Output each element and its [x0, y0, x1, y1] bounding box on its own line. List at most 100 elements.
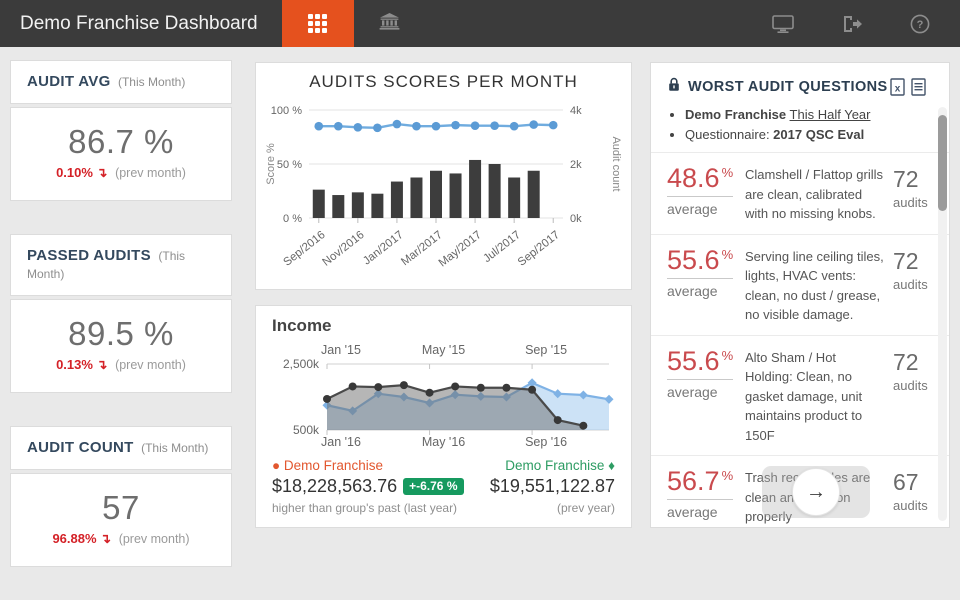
average-label: average: [667, 504, 718, 520]
kpi-header: AUDIT COUNT (This Month): [10, 426, 232, 470]
amount-value: $19,551,122.87: [489, 476, 615, 496]
count-label: audits: [893, 276, 928, 292]
display-mode-icon[interactable]: [772, 14, 794, 33]
audits-scores-panel: AUDITS SCORES PER MONTH 0 % 50 % 100 % 0k 2k…: [255, 62, 632, 290]
audit-count: 72 audits: [893, 247, 939, 325]
legend-current: ● Demo Franchise: [272, 458, 464, 473]
kpi-body: 57 96.88% ↴ (prev month): [10, 473, 232, 567]
export-document-icon[interactable]: [911, 77, 927, 97]
grid-icon: [308, 14, 328, 33]
export-excel-icon[interactable]: x: [890, 77, 906, 97]
filter-franchise: Demo Franchise: [685, 107, 787, 122]
scrollbar-thumb[interactable]: [938, 115, 947, 211]
tab-dashboards[interactable]: [281, 0, 354, 47]
svg-text:0 %: 0 %: [283, 213, 302, 225]
count-value: 72: [893, 247, 919, 274]
diamond-marker: ♦: [608, 458, 615, 473]
tab-organization[interactable]: [354, 0, 426, 47]
count-label: audits: [893, 377, 928, 393]
income-amount-prev: $19,551,122.87: [490, 476, 615, 497]
audit-count: 72 audits: [893, 165, 939, 224]
kpi-title: AUDIT AVG: [27, 73, 111, 90]
average-score: 55.6% average: [667, 244, 745, 325]
kpi-delta-line: 0.13% ↴ (prev month): [11, 357, 231, 373]
svg-text:Audit count: Audit count: [610, 136, 622, 191]
worst-panel-header: WORST AUDIT QUESTIONS x: [651, 63, 949, 105]
kpi-body: 89.5 % 0.13% ↴ (prev month): [10, 299, 232, 393]
worst-question-row[interactable]: 48.6% average Clamshell / Flattop grills…: [651, 152, 949, 234]
percent-sign: %: [721, 165, 734, 180]
kpi-value: 89.5 %: [68, 315, 174, 352]
kpi-note: (prev month): [115, 166, 186, 180]
average-score: 48.6% average: [667, 165, 745, 224]
kpi-delta: 0.13% ↴: [56, 357, 108, 372]
kpi-body: 86.7 % 0.10% ↴ (prev month): [10, 107, 232, 201]
income-summary-prev: Demo Franchise ♦ $19,551,122.87 (prev ye…: [490, 458, 615, 515]
svg-text:May '16: May '16: [421, 435, 464, 449]
filter-range-link[interactable]: This Half Year: [790, 107, 871, 122]
svg-text:Sep/2017: Sep/2017: [516, 229, 562, 269]
worst-panel-filters: Demo Franchise This Half Year Questionna…: [651, 107, 949, 142]
income-summary: ● Demo Franchise $18,228,563.76 +-6.76 %…: [256, 456, 631, 525]
income-title: Income: [272, 316, 332, 335]
filter-questionnaire: Questionnaire: 2017 QSC Eval: [685, 127, 949, 142]
svg-text:Nov/2016: Nov/2016: [321, 229, 367, 269]
count-value: 72: [893, 348, 919, 375]
kpi-period: (This Month): [117, 75, 186, 89]
income-panel: Income Jan '15 Jan '16 May '15 May '16 Sep '…: [255, 305, 632, 528]
delta-badge: +-6.76 %: [403, 478, 464, 495]
svg-text:2k: 2k: [570, 159, 582, 171]
worst-question-row[interactable]: 55.6% average Alto Sham / Hot Holding: C…: [651, 334, 949, 456]
kpi-delta-line: 0.10% ↴ (prev month): [11, 165, 231, 181]
average-value: 55.6: [667, 345, 720, 376]
question-text: Alto Sham / Hot Holding: Clean, no gaske…: [745, 349, 863, 443]
average-value: 55.6: [667, 244, 720, 275]
kpi-delta: 96.88% ↴: [52, 531, 112, 546]
svg-text:May '15: May '15: [421, 343, 464, 357]
average-score: 56.7% average: [667, 468, 745, 527]
worst-panel-title: WORST AUDIT QUESTIONS: [688, 79, 888, 95]
kpi-period: (This Month): [141, 441, 209, 455]
income-summary-current: ● Demo Franchise $18,228,563.76 +-6.76 %…: [272, 458, 464, 515]
kpi-title: PASSED AUDITS: [27, 247, 151, 264]
svg-text:500k: 500k: [292, 423, 319, 437]
questionnaire-label: Questionnaire:: [685, 127, 774, 142]
income-note-prev: (prev year): [556, 501, 615, 515]
percent-sign: %: [721, 347, 734, 363]
average-label: average: [667, 282, 718, 299]
svg-text:?: ?: [917, 19, 924, 31]
kpi-delta-line: 96.88% ↴ (prev month): [11, 531, 231, 547]
svg-text:Score %: Score %: [265, 143, 277, 185]
worst-audit-questions-panel: WORST AUDIT QUESTIONS x Demo Franchise T…: [650, 62, 950, 528]
next-page-button[interactable]: →: [792, 468, 840, 516]
pager-overlay: →: [762, 466, 870, 518]
income-note-current: higher than group's past (last year): [272, 501, 458, 515]
navbar: Demo Franchise Dashboard ?: [0, 0, 960, 47]
svg-text:May/2017: May/2017: [437, 229, 484, 270]
kpi-delta: 0.10% ↴: [56, 165, 108, 180]
svg-text:x: x: [895, 83, 901, 94]
count-label: audits: [893, 195, 928, 210]
scrollbar-track[interactable]: [938, 107, 947, 521]
bank-icon: [379, 12, 400, 35]
sign-out-icon[interactable]: [842, 15, 862, 33]
help-icon[interactable]: ?: [910, 14, 930, 34]
kpi-card-audit-avg: AUDIT AVG (This Month) 86.7 % 0.10% ↴ (p…: [10, 60, 232, 201]
worst-question-row[interactable]: 55.6% average Serving line ceiling tiles…: [651, 233, 949, 335]
svg-text:Jan/2017: Jan/2017: [361, 229, 406, 268]
audits-chart-title: AUDITS SCORES PER MONTH: [309, 72, 578, 91]
count-value: 67: [893, 469, 919, 495]
kpi-note: (prev month): [118, 532, 190, 546]
legend-label: Demo Franchise: [505, 458, 605, 473]
svg-text:4k: 4k: [570, 105, 582, 117]
legend-prev: Demo Franchise ♦: [490, 458, 615, 473]
kpi-card-passed-audits: PASSED AUDITS (This Month) 89.5 % 0.13% …: [10, 234, 232, 393]
questionnaire-value: 2017 QSC Eval: [773, 127, 865, 142]
question-text: Clamshell / Flattop grills are clean, ca…: [745, 167, 883, 221]
percent-sign: %: [721, 246, 734, 262]
audit-count: 72 audits: [893, 348, 939, 446]
legend-label: Demo Franchise: [283, 458, 383, 473]
average-value: 48.6: [667, 163, 720, 193]
svg-text:100 %: 100 %: [271, 105, 302, 117]
arrow-right-icon: →: [806, 481, 826, 503]
